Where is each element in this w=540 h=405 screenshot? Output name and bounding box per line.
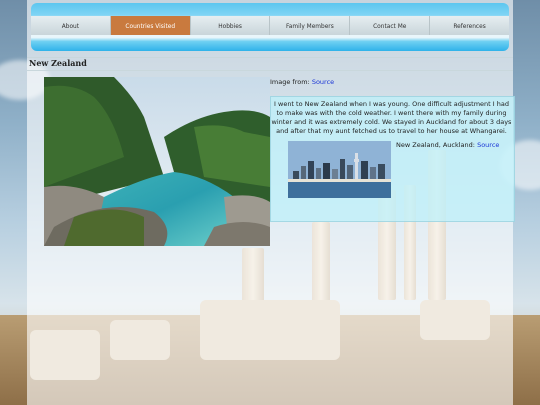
- nav-references[interactable]: References: [430, 16, 509, 35]
- page-title: New Zealand: [29, 58, 87, 68]
- auckland-skyline-photo: [288, 141, 391, 198]
- nav-hobbies[interactable]: Hobbies: [190, 16, 271, 35]
- nav-about[interactable]: About: [31, 16, 111, 35]
- main-image-caption: Image from: Source: [270, 78, 334, 86]
- nav-contact-me[interactable]: Contact Me: [350, 16, 431, 35]
- story-text: I went to New Zealand when I was young. …: [271, 100, 512, 135]
- section-divider: [27, 57, 513, 71]
- caption-prefix: New Zealand, Auckland:: [396, 141, 475, 149]
- nav-family-members[interactable]: Family Members: [270, 16, 351, 35]
- main-image-source-link[interactable]: Source: [312, 78, 334, 86]
- auckland-image-caption: New Zealand, Auckland: Source: [396, 141, 499, 149]
- main-nav: About Countries Visited Hobbies Family M…: [31, 16, 509, 35]
- new-zealand-river-photo: [44, 77, 270, 246]
- auckland-image-source-link[interactable]: Source: [477, 141, 499, 149]
- nav-countries-visited[interactable]: Countries Visited: [110, 16, 191, 35]
- caption-prefix: Image from:: [270, 78, 310, 86]
